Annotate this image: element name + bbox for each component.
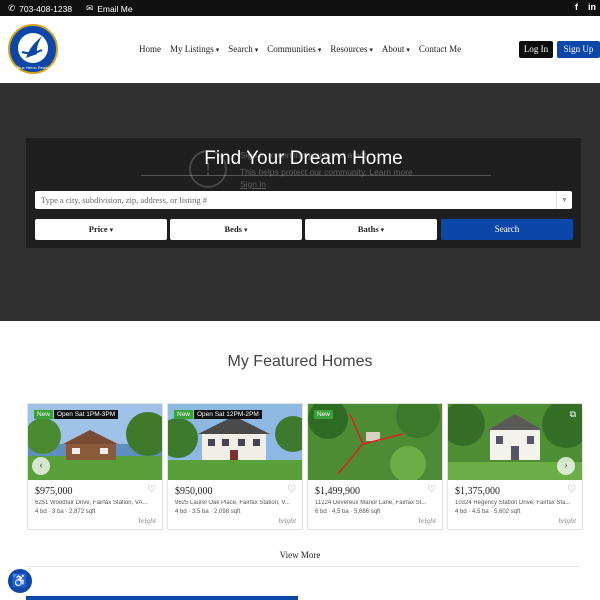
view-more-link[interactable]: View More (0, 550, 600, 560)
listing-price: $1,375,000 (455, 486, 500, 497)
bright-mls-logo: bright (558, 517, 576, 525)
top-contact-bar: ✆ 703-408-1238 ✉ Email Me f in (0, 0, 600, 16)
listing-specs: 4 bd · 3.5 ba · 2,098 sqft (175, 509, 241, 515)
listing-card[interactable]: New Open Sat 12PM-2PM $950,000 ♡ 9625 La… (167, 403, 303, 530)
nav-home[interactable]: Home (139, 44, 161, 54)
section-divider (26, 566, 581, 567)
listing-specs: 6 bd · 4.5 ba · 5,666 sqft (315, 509, 381, 515)
listing-card[interactable]: New $1,499,900 ♡ 11224 Devereux Manor La… (307, 403, 443, 530)
listing-price: $975,000 (35, 486, 73, 497)
open-house-badge: Open Sat 12PM-2PM (194, 410, 262, 419)
listing-address[interactable]: 10324 Regency Station Drive, Fairfax Sta… (455, 500, 577, 506)
listing-price: $1,499,900 (315, 486, 360, 497)
nav-my-listings[interactable]: My Listings (170, 44, 219, 54)
linkedin-icon[interactable]: in (588, 2, 596, 12)
search-button[interactable]: Search (441, 219, 573, 240)
search-placeholder: Type a city, subdivision, zip, address, … (41, 195, 207, 205)
site-header: Blue Heron Realty Home My Listings Searc… (0, 16, 600, 83)
listing-specs: 4 bd · 3 ba · 2,872 sqft (35, 509, 96, 515)
favorite-heart-icon[interactable]: ♡ (287, 484, 296, 495)
login-button[interactable]: Log In (519, 41, 553, 58)
compare-icon[interactable]: ⧉ (570, 409, 576, 420)
favorite-heart-icon[interactable]: ♡ (567, 484, 576, 495)
signup-button[interactable]: Sign Up (557, 41, 600, 58)
featured-homes-title: My Featured Homes (227, 353, 373, 370)
phone-link[interactable]: ✆ 703-408-1238 (8, 3, 72, 14)
nav-about[interactable]: About (382, 44, 410, 54)
new-badge: New (174, 410, 194, 419)
bright-mls-logo: bright (418, 517, 436, 525)
email-label: Email Me (97, 3, 133, 14)
email-link[interactable]: ✉ Email Me (86, 3, 133, 14)
bright-mls-logo: bright (278, 517, 296, 525)
chevron-down-icon[interactable]: ▼ (556, 191, 572, 209)
facebook-icon[interactable]: f (575, 2, 578, 12)
listing-address[interactable]: 6251 Woodfair Drive, Fairfax Station, VA… (35, 500, 157, 506)
main-nav: Home My Listings Search Communities Reso… (139, 44, 461, 54)
listing-specs: 4 bd · 4.5 ba · 5,602 sqft (455, 509, 521, 515)
new-badge: New (34, 410, 54, 419)
bot-check-signin-link[interactable]: Sign in (240, 179, 266, 189)
logo-text: Blue Heron Realty (17, 65, 49, 70)
open-house-badge: Open Sat 1PM-3PM (54, 410, 119, 419)
search-panel: ! Sign in to confirm you're not a bot Fi… (26, 138, 581, 248)
favorite-heart-icon[interactable]: ♡ (147, 484, 156, 495)
envelope-icon: ✉ (86, 3, 94, 13)
listing-photo[interactable]: New (308, 404, 442, 480)
listing-photo[interactable]: New Open Sat 12PM-2PM (168, 404, 302, 480)
nav-resources[interactable]: Resources (330, 44, 373, 54)
blue-heron-logo[interactable]: Blue Heron Realty (8, 24, 58, 74)
nav-search[interactable]: Search (228, 44, 258, 54)
phone-number: 703-408-1238 (19, 3, 73, 14)
listing-address[interactable]: 9625 Laurel Oak Place, Fairfax Station, … (175, 500, 297, 506)
hero-section: ! Sign in to confirm you're not a bot Fi… (0, 83, 600, 321)
nav-contact-me[interactable]: Contact Me (419, 44, 461, 54)
nav-communities[interactable]: Communities (267, 44, 321, 54)
accessibility-icon[interactable]: ♿ (8, 569, 32, 593)
favorite-heart-icon[interactable]: ♡ (427, 484, 436, 495)
carousel-next-icon[interactable]: › (557, 457, 575, 475)
beds-filter[interactable]: Beds (170, 219, 302, 240)
listing-address[interactable]: 11224 Devereux Manor Lane, Fairfax St... (315, 500, 437, 506)
bot-check-subtext: This helps protect our community. Learn … (240, 167, 413, 177)
baths-filter[interactable]: Baths (305, 219, 437, 240)
bright-mls-logo: bright (138, 517, 156, 525)
new-badge: New (314, 410, 334, 419)
search-input[interactable]: Type a city, subdivision, zip, address, … (35, 191, 572, 209)
listing-price: $950,000 (175, 486, 213, 497)
phone-icon: ✆ (8, 3, 16, 13)
carousel-prev-icon[interactable]: ‹ (32, 457, 50, 475)
price-filter[interactable]: Price (35, 219, 167, 240)
bottom-section-bar (26, 596, 298, 600)
